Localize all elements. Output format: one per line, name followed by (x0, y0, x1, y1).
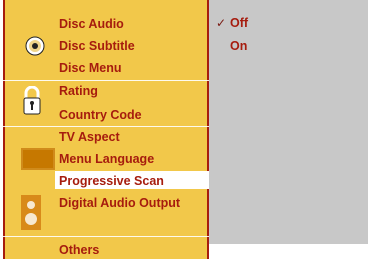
menu-item-disc-audio[interactable]: Disc Audio (59, 16, 124, 32)
menu-item-others[interactable]: Others (59, 242, 99, 258)
option-off[interactable]: Off (230, 15, 248, 31)
menu-item-disc-menu[interactable]: Disc Menu (59, 60, 122, 76)
tv-screen-icon (21, 148, 55, 170)
menu-item-digital-audio-output[interactable]: Digital Audio Output (59, 195, 180, 211)
lock-icon (22, 85, 42, 116)
menu-separator (3, 126, 209, 127)
speaker-icon (21, 195, 41, 230)
options-panel-bottom-strip (209, 244, 368, 259)
menu-separator (3, 80, 209, 81)
menu-item-disc-subtitle[interactable]: Disc Subtitle (59, 38, 135, 54)
menu-item-rating[interactable]: Rating (59, 83, 98, 99)
options-panel (209, 0, 368, 244)
menu-item-tv-aspect[interactable]: TV Aspect (59, 129, 120, 145)
check-icon: ✓ (216, 16, 227, 30)
menu-item-progressive-scan[interactable]: Progressive Scan (59, 173, 164, 189)
menu-item-country-code[interactable]: Country Code (59, 107, 142, 123)
menu-separator (3, 236, 209, 237)
menu-item-menu-language[interactable]: Menu Language (59, 151, 154, 167)
option-on[interactable]: On (230, 38, 247, 54)
disc-icon (25, 36, 45, 56)
dvd-setup-menu: Disc Audio Disc Subtitle Disc Menu Ratin… (0, 0, 368, 259)
